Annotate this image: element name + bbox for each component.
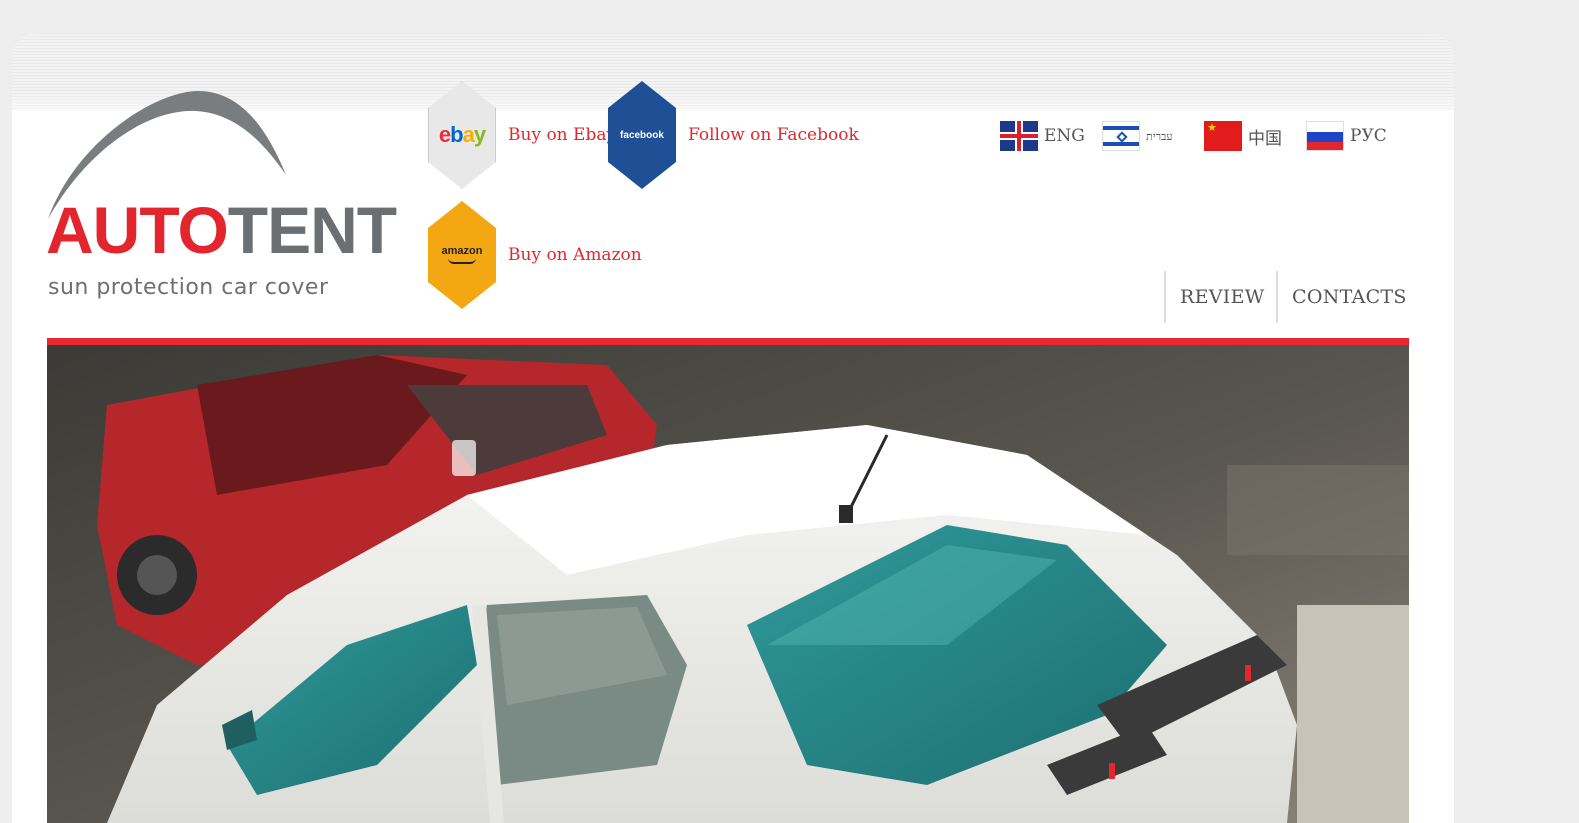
follow-on-facebook-label: Follow on Facebook [688,125,859,145]
nav-review[interactable]: REVIEW [1164,271,1276,323]
hero-car-photo [47,345,1409,823]
logo-tagline: sun protection car cover [48,275,329,300]
lang-hebrew-label: עברית [1146,129,1173,143]
amazon-hex-icon: amazon [428,201,496,309]
lang-rus-label: РУС [1350,126,1387,146]
buy-on-amazon-label: Buy on Amazon [508,245,642,265]
hero-photo-illustration [47,345,1409,823]
page-card: AUTOTENT sun protection car cover ebay B… [12,33,1454,823]
buy-on-ebay-label: Buy on Ebay [508,125,617,145]
lang-chinese-label: 中国 [1248,128,1282,149]
lang-chinese-link[interactable]: 中国 [1204,121,1282,151]
russia-flag-icon [1306,121,1344,151]
lang-eng-label: ENG [1044,126,1085,146]
ebay-hex-icon: ebay [428,81,496,189]
israel-flag-icon [1102,121,1140,151]
logo-wordmark: AUTOTENT [46,193,397,267]
site-logo[interactable]: AUTOTENT sun protection car cover [46,91,397,311]
china-flag-icon [1204,121,1242,151]
lang-eng-link[interactable]: ENG [1000,121,1085,151]
buy-on-amazon-link[interactable]: amazon Buy on Amazon [428,201,642,309]
nav-contacts[interactable]: CONTACTS [1276,271,1412,323]
lang-rus-link[interactable]: РУС [1306,121,1387,151]
lang-hebrew-link[interactable]: עברית [1102,121,1173,151]
header-red-rule [47,338,1409,345]
uk-flag-icon [1000,121,1038,151]
buy-on-ebay-link[interactable]: ebay Buy on Ebay [428,81,616,189]
follow-on-facebook-link[interactable]: facebook Follow on Facebook [608,81,859,189]
facebook-hex-icon: facebook [608,81,676,189]
